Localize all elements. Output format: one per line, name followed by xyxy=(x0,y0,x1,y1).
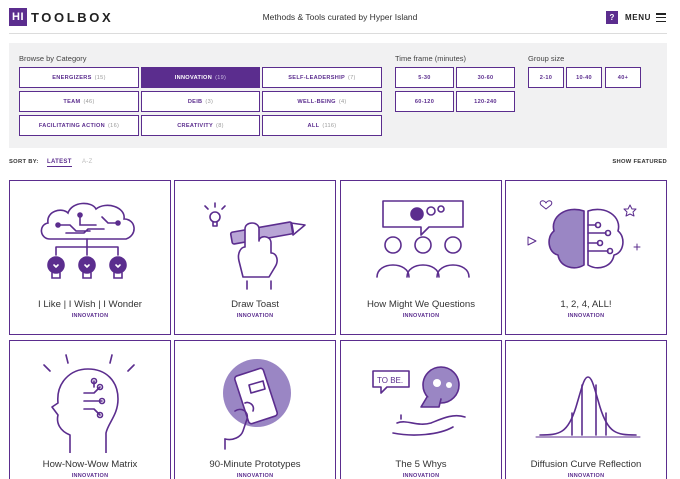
filter-label: FACILITATING ACTION xyxy=(38,122,106,129)
tool-card[interactable]: How Might We Questions INNOVATION xyxy=(340,180,502,335)
groupsize-title: Group size xyxy=(528,54,565,63)
card-title: How-Now-Wow Matrix xyxy=(42,459,138,470)
category-title: Browse by Category xyxy=(19,54,87,63)
split-brain-illustration xyxy=(506,181,666,293)
card-title: The 5 Whys xyxy=(395,459,447,470)
sort-latest[interactable]: LATEST xyxy=(47,159,72,167)
tagline: Methods & Tools curated by Hyper Island xyxy=(262,12,418,22)
card-category: INNOVATION xyxy=(236,313,274,319)
show-featured-toggle[interactable]: SHOW FEATURED xyxy=(612,159,667,165)
filter-deib[interactable]: DEIB (3) xyxy=(141,91,260,112)
filter-label: ALL xyxy=(307,122,320,129)
timeframe-60-120[interactable]: 60-120 xyxy=(395,91,454,112)
sort-label: SORT BY: xyxy=(9,159,39,165)
card-title: 90-Minute Prototypes xyxy=(209,459,301,470)
card-title: 1, 2, 4, ALL! xyxy=(560,299,612,310)
card-title: Draw Toast xyxy=(231,299,279,310)
filter-count: (4) xyxy=(338,98,347,105)
filter-label: INNOVATION xyxy=(174,74,213,81)
sort-bar: SORT BY: LATEST A-Z SHOW FEATURED xyxy=(9,158,667,172)
filter-self-leadership[interactable]: SELF-LEADERSHIP (7) xyxy=(262,67,382,88)
filter-count: (19) xyxy=(215,74,227,81)
groupsize-40-plus[interactable]: 40+ xyxy=(605,67,641,88)
card-category: INNOVATION xyxy=(236,473,274,479)
groupsize-2-10[interactable]: 2-10 xyxy=(528,67,564,88)
filter-label: WELL-BEING xyxy=(297,98,336,105)
filter-count: (116) xyxy=(322,122,337,129)
filter-energizers[interactable]: ENERGIZERS (15) xyxy=(19,67,139,88)
filter-panel: Browse by Category ENERGIZERS (15) INNOVA… xyxy=(9,43,667,148)
brain-lightbulbs-illustration xyxy=(10,181,170,293)
filter-label: SELF-LEADERSHIP xyxy=(288,74,345,81)
filter-label: TEAM xyxy=(63,98,81,105)
hand-skull-illustration: TO BE. xyxy=(341,341,501,453)
card-category: INNOVATION xyxy=(71,473,109,479)
filter-count: (7) xyxy=(347,74,356,81)
filter-count: (3) xyxy=(205,98,214,105)
filter-label: ENERGIZERS xyxy=(52,74,92,81)
filter-facilitating-action[interactable]: FACILITATING ACTION (16) xyxy=(19,115,139,136)
tool-card[interactable]: Diffusion Curve Reflection INNOVATION xyxy=(505,340,667,479)
sort-a-z[interactable]: A-Z xyxy=(82,159,93,165)
filter-count: (16) xyxy=(108,122,120,129)
tool-card[interactable]: 90-Minute Prototypes INNOVATION xyxy=(174,340,336,479)
hand-phone-illustration xyxy=(175,341,335,453)
help-button[interactable]: ? xyxy=(606,11,618,24)
filter-count: (46) xyxy=(83,98,95,105)
filter-all[interactable]: ALL (116) xyxy=(262,115,382,136)
timeframe-5-30[interactable]: 5-30 xyxy=(395,67,454,88)
speech-bubble-text: TO BE. xyxy=(377,376,403,385)
timeframe-title: Time frame (minutes) xyxy=(395,54,466,63)
card-category: INNOVATION xyxy=(402,313,440,319)
filter-label: CREATIVITY xyxy=(177,122,214,129)
groupsize-10-40[interactable]: 10-40 xyxy=(566,67,602,88)
card-category: INNOVATION xyxy=(71,313,109,319)
timeframe-120-240[interactable]: 120-240 xyxy=(456,91,515,112)
filter-count: (15) xyxy=(94,74,106,81)
card-category: INNOVATION xyxy=(402,473,440,479)
card-category: INNOVATION xyxy=(567,313,605,319)
card-category: INNOVATION xyxy=(567,473,605,479)
head-circuit-illustration xyxy=(10,341,170,454)
card-title: I Like | I Wish | I Wonder xyxy=(38,299,142,310)
card-title: How Might We Questions xyxy=(366,299,476,310)
people-gears-illustration xyxy=(341,181,501,293)
tool-card[interactable]: How-Now-Wow Matrix INNOVATION xyxy=(9,340,171,479)
card-title: Diffusion Curve Reflection xyxy=(530,459,642,470)
bell-curve-illustration xyxy=(506,341,666,453)
hand-pencil-illustration xyxy=(175,181,335,293)
tool-card[interactable]: TO BE. The 5 Whys INNOVATION xyxy=(340,340,502,479)
filter-innovation[interactable]: INNOVATION (19) xyxy=(141,67,260,88)
hamburger-icon[interactable] xyxy=(656,13,666,22)
filter-well-being[interactable]: WELL-BEING (4) xyxy=(262,91,382,112)
filter-creativity[interactable]: CREATIVITY (8) xyxy=(141,115,260,136)
filter-count: (8) xyxy=(216,122,224,129)
top-bar: HI TOOLBOX Methods & Tools curated by Hy… xyxy=(0,0,680,34)
timeframe-30-60[interactable]: 30-60 xyxy=(456,67,515,88)
tool-card[interactable]: Draw Toast INNOVATION xyxy=(174,180,336,335)
menu-button[interactable]: MENU xyxy=(625,13,651,22)
tool-card[interactable]: 1, 2, 4, ALL! INNOVATION xyxy=(505,180,667,335)
filter-label: DEIB xyxy=(187,98,203,105)
filter-team[interactable]: TEAM (46) xyxy=(19,91,139,112)
tool-card[interactable]: I Like | I Wish | I Wonder INNOVATION xyxy=(9,180,171,335)
header-divider xyxy=(9,33,667,34)
